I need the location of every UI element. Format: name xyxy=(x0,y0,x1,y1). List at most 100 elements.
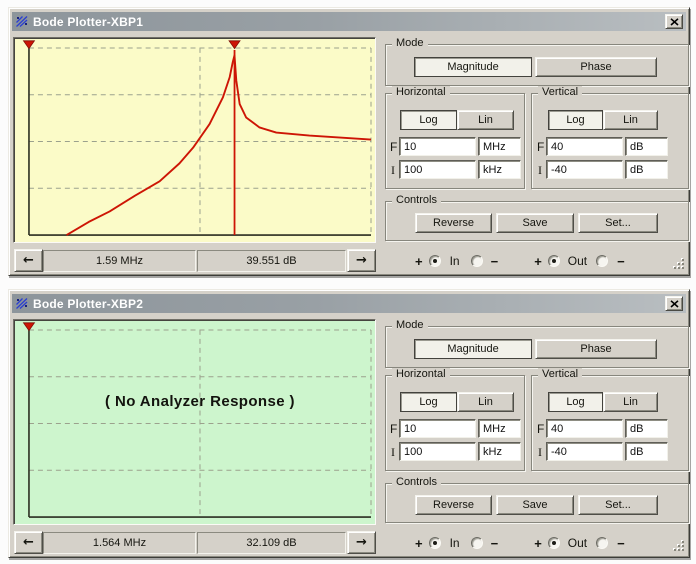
magnitude-button[interactable]: Magnitude xyxy=(414,57,532,77)
horizontal-lin-button[interactable]: Lin xyxy=(457,110,514,130)
vertical-lin-button[interactable]: Lin xyxy=(603,392,658,412)
horizontal-f-unit-input[interactable] xyxy=(478,137,521,156)
vertical-log-button[interactable]: Log xyxy=(548,110,603,130)
magnitude-readout: 39.551 dB xyxy=(197,250,346,272)
in-label: In xyxy=(450,254,460,268)
cursor-marker[interactable] xyxy=(23,323,34,331)
reverse-button[interactable]: Reverse xyxy=(415,495,492,515)
phase-button[interactable]: Phase xyxy=(535,57,657,77)
scroll-left-button[interactable]: ← xyxy=(14,249,43,272)
magnitude-button[interactable]: Magnitude xyxy=(414,339,532,359)
vertical-group-label: Vertical xyxy=(538,86,582,98)
plot-grid xyxy=(29,330,371,517)
set-button[interactable]: Set... xyxy=(578,495,658,515)
in-plus-label: + xyxy=(415,536,423,551)
resize-grip[interactable] xyxy=(671,256,686,271)
horizontal-group-label: Horizontal xyxy=(392,368,450,380)
vertical-i-unit-input[interactable] xyxy=(625,160,668,179)
horizontal-f-unit-input[interactable] xyxy=(478,419,521,438)
horizontal-i-label: I xyxy=(391,445,395,460)
horizontal-log-button[interactable]: Log xyxy=(400,110,457,130)
horizontal-f-value-input[interactable] xyxy=(399,137,476,156)
right-arrow-icon: → xyxy=(356,535,367,550)
save-button[interactable]: Save xyxy=(496,495,574,515)
out-plus-radio[interactable] xyxy=(548,537,560,549)
bode-plotter-window-xbp2: Bode Plotter-XBP2 xyxy=(8,289,690,558)
scroll-right-button[interactable]: → xyxy=(347,249,376,272)
plot-message: ( No Analyzer Response ) xyxy=(29,393,371,410)
controls-group-label: Controls xyxy=(392,194,441,206)
horizontal-log-button[interactable]: Log xyxy=(400,392,457,412)
close-button[interactable] xyxy=(665,14,683,29)
vertical-f-value-input[interactable] xyxy=(546,137,623,156)
vertical-i-value-input[interactable] xyxy=(546,442,623,461)
window-title: Bode Plotter-XBP1 xyxy=(33,15,143,29)
horizontal-i-unit-input[interactable] xyxy=(478,160,521,179)
vertical-f-unit-input[interactable] xyxy=(625,419,668,438)
horizontal-i-label: I xyxy=(391,163,395,178)
horizontal-f-label: F xyxy=(390,140,397,154)
vertical-group: Vertical Log Lin F I xyxy=(531,93,689,189)
vertical-i-value-input[interactable] xyxy=(546,160,623,179)
scroll-left-button[interactable]: ← xyxy=(14,531,43,554)
mode-group: Mode Magnitude Phase xyxy=(385,44,689,86)
window-title: Bode Plotter-XBP2 xyxy=(33,297,143,311)
reverse-button[interactable]: Reverse xyxy=(415,213,492,233)
scroll-right-button[interactable]: → xyxy=(347,531,376,554)
out-plus-label: + xyxy=(534,254,542,269)
plot-grid xyxy=(29,48,371,235)
in-label: In xyxy=(450,536,460,550)
frequency-readout: 1.564 MHz xyxy=(43,532,196,554)
controls-group: Controls Reverse Save Set... xyxy=(385,201,689,241)
out-label: Out xyxy=(568,536,587,550)
set-button[interactable]: Set... xyxy=(578,213,658,233)
controls-group: Controls Reverse Save Set... xyxy=(385,483,689,523)
vertical-group-label: Vertical xyxy=(538,368,582,380)
in-minus-radio[interactable] xyxy=(471,255,483,267)
titlebar[interactable]: Bode Plotter-XBP1 xyxy=(12,12,686,31)
io-controls: + In − + Out − xyxy=(407,530,669,556)
out-minus-radio[interactable] xyxy=(596,255,608,267)
bode-plotter-icon xyxy=(15,297,29,310)
mode-group-label: Mode xyxy=(392,319,428,331)
titlebar[interactable]: Bode Plotter-XBP2 xyxy=(12,294,686,313)
vertical-f-unit-input[interactable] xyxy=(625,137,668,156)
vertical-i-unit-input[interactable] xyxy=(625,442,668,461)
in-minus-radio[interactable] xyxy=(471,537,483,549)
horizontal-f-value-input[interactable] xyxy=(399,419,476,438)
out-minus-radio[interactable] xyxy=(596,537,608,549)
save-button[interactable]: Save xyxy=(496,213,574,233)
vertical-i-label: I xyxy=(538,445,542,460)
horizontal-i-value-input[interactable] xyxy=(399,442,476,461)
cursor-marker[interactable] xyxy=(229,41,240,49)
mode-group: Mode Magnitude Phase xyxy=(385,326,689,368)
plot-area[interactable] xyxy=(13,37,376,243)
close-button[interactable] xyxy=(665,296,683,311)
horizontal-i-unit-input[interactable] xyxy=(478,442,521,461)
plot-area[interactable]: ( No Analyzer Response ) xyxy=(13,319,376,525)
controls-group-label: Controls xyxy=(392,476,441,488)
horizontal-group: Horizontal Log Lin F I xyxy=(385,93,525,189)
magnitude-readout: 32.109 dB xyxy=(197,532,346,554)
out-plus-radio[interactable] xyxy=(548,255,560,267)
resize-grip[interactable] xyxy=(671,538,686,553)
horizontal-lin-button[interactable]: Lin xyxy=(457,392,514,412)
vertical-group: Vertical Log Lin F I xyxy=(531,375,689,471)
horizontal-i-value-input[interactable] xyxy=(399,160,476,179)
horizontal-group: Horizontal Log Lin F I xyxy=(385,375,525,471)
vertical-f-label: F xyxy=(537,140,544,154)
vertical-lin-button[interactable]: Lin xyxy=(603,110,658,130)
phase-button[interactable]: Phase xyxy=(535,339,657,359)
out-minus-label: − xyxy=(617,536,625,551)
bode-plotter-icon xyxy=(15,15,29,28)
in-plus-radio[interactable] xyxy=(429,255,441,267)
desktop: Bode Plotter-XBP1 xyxy=(0,0,696,564)
response-curve xyxy=(67,55,371,235)
vertical-f-value-input[interactable] xyxy=(546,419,623,438)
cursor-marker[interactable] xyxy=(23,41,34,49)
vertical-log-button[interactable]: Log xyxy=(548,392,603,412)
in-plus-label: + xyxy=(415,254,423,269)
in-plus-radio[interactable] xyxy=(429,537,441,549)
frequency-readout: 1.59 MHz xyxy=(43,250,196,272)
io-controls: + In − + Out − xyxy=(407,248,669,274)
